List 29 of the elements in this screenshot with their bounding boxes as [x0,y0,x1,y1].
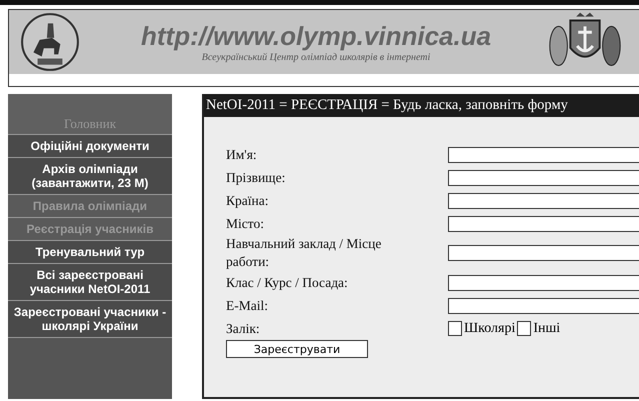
radio-button[interactable] [517,321,532,336]
menu-link[interactable]: Тренувальний тур [8,241,172,264]
field-label: Залік: [226,320,261,338]
field-label: E-Mail: [226,296,269,314]
input-field[interactable] [448,245,639,261]
menu-link[interactable]: Всі зареєстровані учасники NetOI-2011 [8,264,172,301]
input-field[interactable] [448,298,639,314]
field-label: Країна: [226,192,270,210]
menu-link[interactable]: Архів олімпіади (завантажити, 23 М) [8,158,172,195]
field-label: Навчальний заклад / Місце работи: [226,235,382,271]
register-button[interactable]: Зареєструвати [226,340,368,358]
input-field[interactable] [448,146,639,162]
field-label: Им'я: [226,146,258,164]
field-label: Клас / Курс / Посада: [226,274,349,292]
input-field[interactable] [448,170,639,186]
radio-label: Школярі [464,320,516,336]
radio-button[interactable] [448,321,462,336]
field-label: Прізвище: [226,168,286,186]
site-subtitle: Всеукраїнський Центр олімпіад школярів в інтернеті [202,52,430,63]
sidebar-heading: Головник [8,94,172,135]
menu-link[interactable]: Зареєстровані учасники - школярі України [8,301,172,338]
input-field[interactable] [448,274,639,290]
radio-label: Інші [533,320,560,336]
site-title: http://www.olymp.vinnica.ua [141,21,492,52]
input-field[interactable] [448,192,639,208]
input-field[interactable] [448,216,639,232]
form-title: NetOI-2011 = РЕЄСТРАЦІЯ = Будь ласка, заповніть форму [204,94,639,117]
field-label: Місто: [226,214,265,232]
menu-link[interactable]: Офіційні документи [8,135,172,158]
